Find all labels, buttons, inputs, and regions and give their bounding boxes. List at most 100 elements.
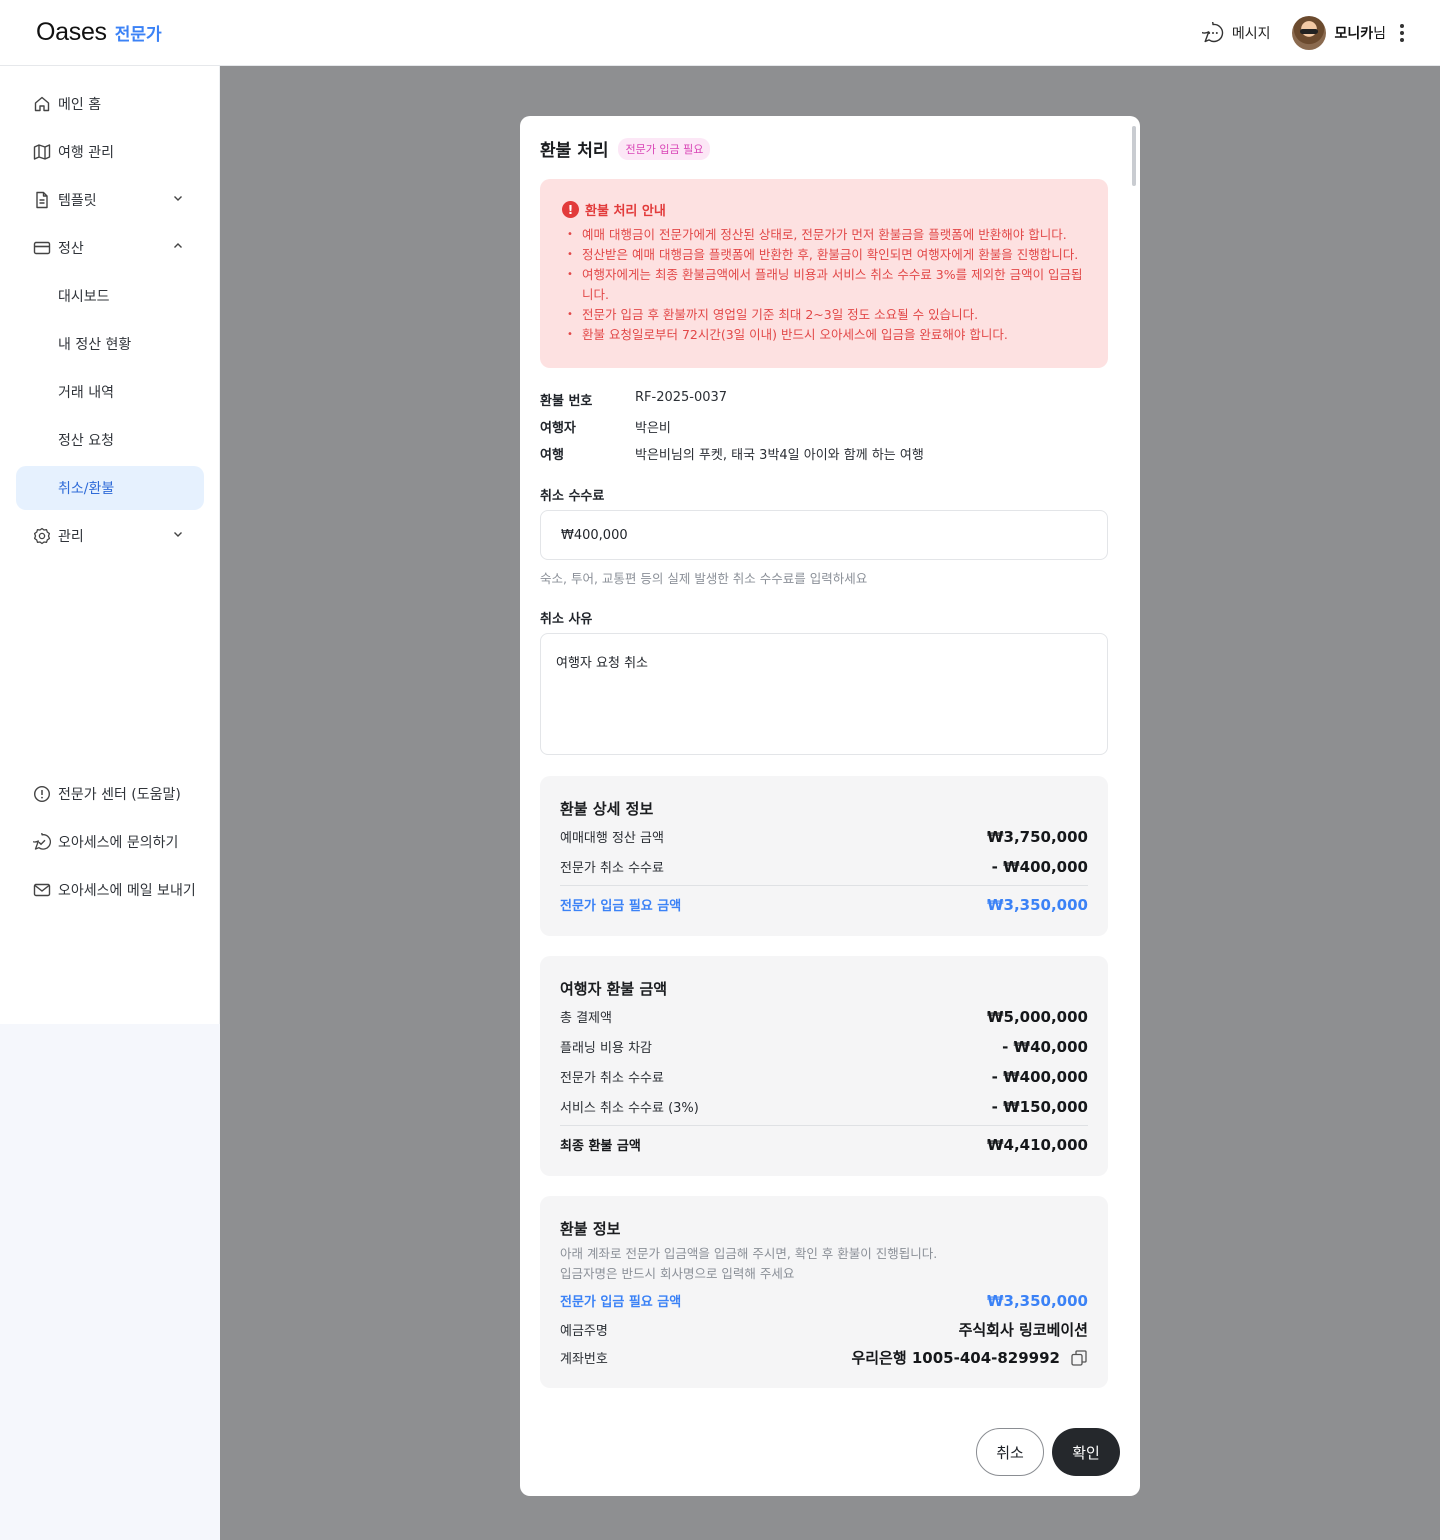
sidebar-item-label: 템플릿	[58, 193, 97, 209]
account-number-row: 계좌번호 우리은행 1005-404-829992	[560, 1347, 1088, 1368]
refund-number-row: 환불 번호 RF-2025-0037	[540, 390, 727, 409]
document-icon	[32, 190, 52, 210]
divider	[560, 885, 1088, 886]
total-paid-label: 총 결제액	[560, 1011, 612, 1026]
deposit-amount-value: ₩3,350,000	[986, 1291, 1088, 1310]
sidebar-item-mail[interactable]: 오아세스에 메일 보내기	[16, 868, 204, 912]
confirm-button[interactable]: 확인	[1052, 1428, 1120, 1476]
traveler-label: 여행자	[540, 421, 576, 436]
list-item: 환불 요청일로부터 72시간(3일 이내) 반드시 오아세스에 입금을 완료해야…	[562, 325, 1088, 345]
user-name[interactable]: 모니카님	[1334, 23, 1386, 43]
chat-check-icon	[32, 832, 52, 852]
cancel-reason-label: 취소 사유	[540, 612, 593, 627]
expert-fee-value: - ₩400,000	[991, 857, 1088, 876]
alert-icon: !	[562, 201, 579, 218]
status-badge: 전문가 입금 필요	[618, 137, 711, 160]
chevron-up-icon	[172, 240, 184, 256]
account-holder-label: 예금주명	[560, 1324, 608, 1339]
refund-detail-card: 환불 상세 정보 예매대행 정산 금액 ₩3,750,000 전문가 취소 수수…	[540, 776, 1108, 936]
cancel-button[interactable]: 취소	[976, 1428, 1044, 1476]
account-holder-value: 주식회사 링코베이션	[958, 1321, 1088, 1339]
sidebar-item-label: 대시보드	[58, 289, 110, 305]
account-number-label: 계좌번호	[560, 1352, 608, 1367]
sidebar-item-label: 정산	[58, 241, 84, 257]
sidebar-item-label: 거래 내역	[58, 385, 114, 401]
cancel-reason-value: 여행자 요청 취소	[556, 656, 648, 671]
chat-bubble-icon	[1201, 21, 1232, 44]
list-item: 정산받은 예매 대행금을 플랫폼에 반환한 후, 환불금이 확인되면 여행자에게…	[562, 245, 1088, 265]
deposit-required-label: 전문가 입금 필요 금액	[560, 899, 682, 914]
account-holder-row: 예금주명 주식회사 링코베이션	[560, 1319, 1088, 1340]
mail-icon	[32, 880, 52, 900]
sidebar-item-settlement-request[interactable]: 정산 요청	[16, 418, 204, 462]
modal-title-text: 환불 처리	[540, 141, 609, 161]
deposit-required-row: 전문가 입금 필요 금액 ₩3,350,000	[560, 895, 1088, 915]
cancel-reason-textarea[interactable]: 여행자 요청 취소	[540, 633, 1108, 755]
messages-label: 메시지	[1231, 25, 1271, 42]
total-paid-row: 총 결제액 ₩5,000,000	[560, 1007, 1088, 1027]
planning-fee-value: - ₩40,000	[1002, 1037, 1088, 1056]
traveler-refund-title: 여행자 환불 금액	[560, 980, 668, 998]
trip-label: 여행	[540, 448, 564, 463]
refund-number-label: 환불 번호	[540, 394, 593, 409]
modal-scrollbar[interactable]	[1132, 126, 1136, 186]
sidebar-item-settlement[interactable]: 정산	[16, 226, 204, 270]
sidebar-item-label: 메인 홈	[58, 97, 102, 113]
settled-amount-value: ₩3,750,000	[986, 827, 1088, 846]
chevron-down-icon	[172, 192, 184, 208]
divider	[560, 1125, 1088, 1126]
sidebar-item-expert-center[interactable]: 전문가 센터 (도움말)	[16, 772, 204, 816]
trip-row: 여행 박은비님의 푸켓, 태국 3박4일 아이와 함께 하는 여행	[540, 444, 924, 463]
trip-value: 박은비님의 푸켓, 태국 3박4일 아이와 함께 하는 여행	[635, 448, 924, 463]
sidebar-item-label: 정산 요청	[58, 433, 114, 449]
sidebar-item-transactions[interactable]: 거래 내역	[16, 370, 204, 414]
settled-amount-row: 예매대행 정산 금액 ₩3,750,000	[560, 827, 1088, 847]
sidebar-item-dashboard[interactable]: 대시보드	[16, 274, 204, 318]
messages-button[interactable]: 메시지	[1201, 21, 1271, 44]
planning-fee-row: 플래닝 비용 차감 - ₩40,000	[560, 1037, 1088, 1057]
cancel-fee-hint: 숙소, 투어, 교통편 등의 실제 발생한 취소 수수료를 입력하세요	[540, 571, 868, 586]
refund-notice-list: 예매 대행금이 전문가에게 정산된 상태로, 전문가가 먼저 환불금을 플랫폼에…	[562, 225, 1088, 345]
settled-amount-label: 예매대행 정산 금액	[560, 831, 664, 846]
map-icon	[32, 142, 52, 162]
final-refund-label: 최종 환불 금액	[560, 1139, 641, 1154]
list-item: 여행자에게는 최종 환불금액에서 플래닝 비용과 서비스 취소 수수료 3%를 …	[562, 265, 1088, 305]
sidebar-item-templates[interactable]: 템플릿	[16, 178, 204, 222]
sidebar-item-main-home[interactable]: 메인 홈	[16, 82, 204, 126]
expert-cancel-fee-label: 전문가 취소 수수료	[560, 1071, 664, 1086]
sidebar-item-trips[interactable]: 여행 관리	[16, 130, 204, 174]
service-fee-label: 서비스 취소 수수료 (3%)	[560, 1101, 699, 1116]
list-item: 전문가 입금 후 환불까지 영업일 기준 최대 2~3일 정도 소요될 수 있습…	[562, 305, 1088, 325]
expert-cancel-fee-value: - ₩400,000	[991, 1067, 1088, 1086]
traveler-row: 여행자 박은비	[540, 417, 671, 436]
info-icon	[32, 784, 52, 804]
sidebar-item-contact[interactable]: 오아세스에 문의하기	[16, 820, 204, 864]
sidebar-item-label: 취소/환불	[58, 481, 115, 497]
more-menu-icon[interactable]	[1400, 23, 1404, 42]
sidebar-item-cancel-refund[interactable]: 취소/환불	[16, 466, 204, 510]
refund-notice-title: ! 환불 처리 안내	[562, 200, 1088, 219]
modal-title: 환불 처리 전문가 입금 필요	[540, 136, 711, 161]
sidebar-item-label: 내 정산 현황	[58, 337, 132, 353]
brand-logo[interactable]: Oases	[36, 18, 107, 47]
sidebar-item-label: 오아세스에 문의하기	[58, 835, 179, 851]
deposit-required-value: ₩3,350,000	[986, 895, 1088, 914]
copy-icon[interactable]	[1070, 1349, 1088, 1367]
sidebar-item-management[interactable]: 관리	[16, 514, 204, 558]
service-fee-row: 서비스 취소 수수료 (3%) - ₩150,000	[560, 1097, 1088, 1117]
final-refund-row: 최종 환불 금액 ₩4,410,000	[560, 1135, 1088, 1155]
cancel-fee-input[interactable]: ₩400,000	[540, 510, 1108, 560]
refund-info-note: 입금자명은 반드시 회사명으로 입력해 주세요	[560, 1266, 795, 1281]
refund-info-card: 환불 정보 아래 계좌로 전문가 입금액을 입금해 주시면, 확인 후 환불이 …	[540, 1196, 1108, 1388]
deposit-amount-label: 전문가 입금 필요 금액	[560, 1295, 682, 1310]
traveler-refund-card: 여행자 환불 금액 총 결제액 ₩5,000,000 플래닝 비용 차감 - ₩…	[540, 956, 1108, 1176]
brand-subtitle: 전문가	[114, 25, 162, 45]
account-number-group: 우리은행 1005-404-829992	[851, 1347, 1088, 1368]
traveler-value: 박은비	[635, 421, 671, 436]
sidebar-item-my-settlement[interactable]: 내 정산 현황	[16, 322, 204, 366]
account-number-value: 우리은행 1005-404-829992	[851, 1349, 1060, 1367]
expert-fee-label: 전문가 취소 수수료	[560, 861, 664, 876]
refund-number-value: RF-2025-0037	[635, 390, 728, 405]
service-fee-value: - ₩150,000	[991, 1097, 1088, 1116]
avatar[interactable]	[1292, 15, 1327, 50]
